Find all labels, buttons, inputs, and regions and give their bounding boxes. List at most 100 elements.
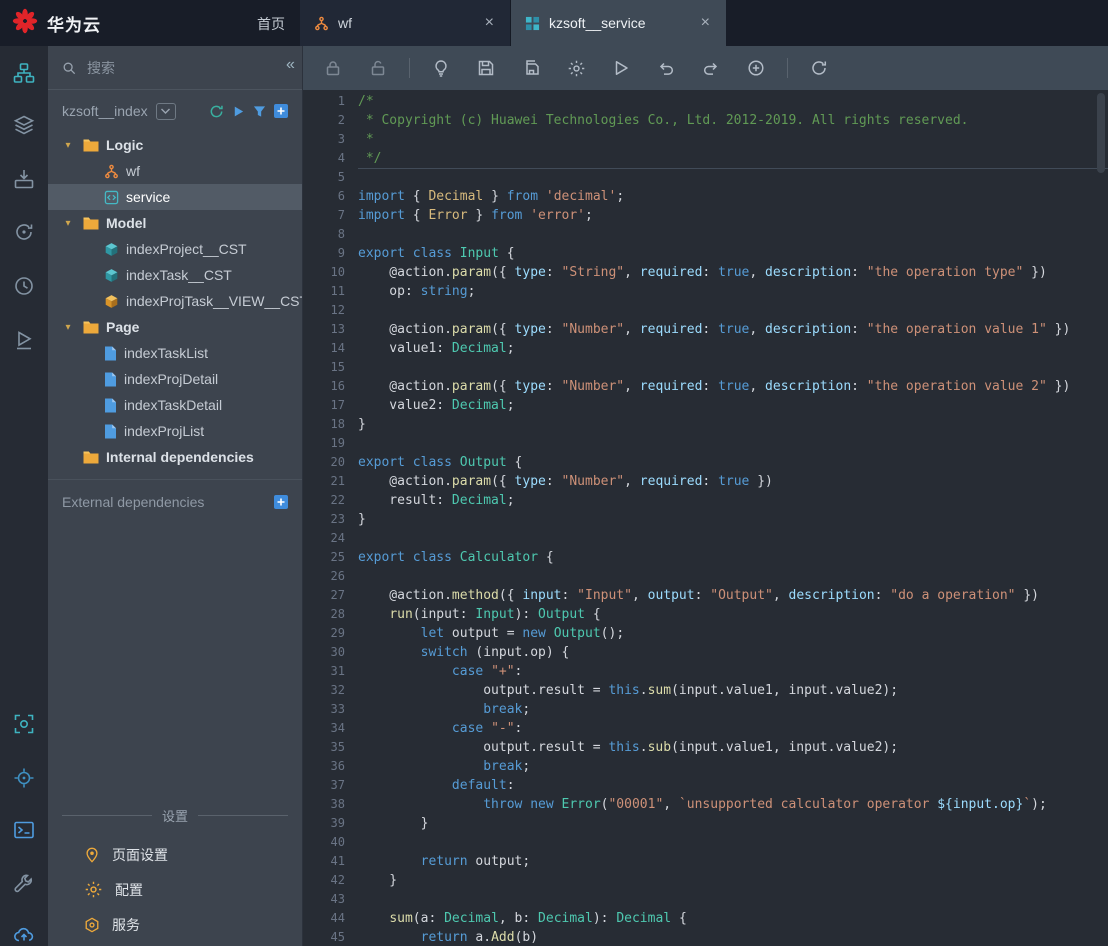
sidebar-menu-item-配置[interactable]: 配置: [48, 872, 302, 907]
undo-button[interactable]: [652, 54, 680, 82]
tree-item-indextask-cst[interactable]: indexTask__CST: [48, 262, 302, 288]
add-item-button[interactable]: [274, 104, 288, 118]
code-line[interactable]: 27 @action.method({ input: "Input", outp…: [303, 586, 1108, 605]
history-icon[interactable]: [0, 269, 48, 303]
install-icon[interactable]: [0, 162, 48, 196]
expand-caret-icon[interactable]: ▾: [60, 218, 76, 229]
code-line[interactable]: 14 value1: Decimal;: [303, 339, 1108, 358]
search-input[interactable]: [85, 59, 229, 77]
code-line[interactable]: 28 run(input: Input): Output {: [303, 605, 1108, 624]
tree-item-indexproject-cst[interactable]: indexProject__CST: [48, 236, 302, 262]
scrollbar-thumb[interactable]: [1097, 93, 1105, 173]
code-line[interactable]: 36 break;: [303, 757, 1108, 776]
code-editor[interactable]: 1/*2 * Copyright (c) Huawei Technologies…: [303, 90, 1108, 946]
code-line[interactable]: 40: [303, 833, 1108, 852]
code-line[interactable]: 31 case "+":: [303, 662, 1108, 681]
settings-button[interactable]: [562, 54, 590, 82]
redo-button[interactable]: [697, 54, 725, 82]
code-line[interactable]: 5: [303, 168, 1108, 187]
code-line[interactable]: 4 */: [303, 149, 1108, 168]
code-line[interactable]: 2 * Copyright (c) Huawei Technologies Co…: [303, 111, 1108, 130]
code-line[interactable]: 21 @action.param({ type: "Number", requi…: [303, 472, 1108, 491]
project-dropdown[interactable]: [156, 103, 176, 120]
code-line[interactable]: 9export class Input {: [303, 244, 1108, 263]
tree-item-service[interactable]: service: [48, 184, 302, 210]
close-tab-icon[interactable]: ×: [483, 14, 496, 32]
tree-item-logic[interactable]: ▾Logic: [48, 132, 302, 158]
tree-item-indexprojdetail[interactable]: indexProjDetail: [48, 366, 302, 392]
code-line[interactable]: 17 value2: Decimal;: [303, 396, 1108, 415]
cloud-icon[interactable]: [0, 918, 48, 946]
code-line[interactable]: 22 result: Decimal;: [303, 491, 1108, 510]
console-icon[interactable]: [0, 813, 48, 847]
tree-item-indextasklist[interactable]: indexTaskList: [48, 340, 302, 366]
add-circle-button[interactable]: [742, 54, 770, 82]
refresh-button[interactable]: [805, 54, 833, 82]
sitemap-icon[interactable]: [0, 56, 48, 90]
filter-button[interactable]: [253, 105, 266, 118]
code-line[interactable]: 35 output.result = this.sub(input.value1…: [303, 738, 1108, 757]
code-line[interactable]: 38 throw new Error("00001", `unsupported…: [303, 795, 1108, 814]
unlock-button[interactable]: [364, 54, 392, 82]
code-line[interactable]: 43: [303, 890, 1108, 909]
code-line[interactable]: 33 break;: [303, 700, 1108, 719]
code-line[interactable]: 41 return output;: [303, 852, 1108, 871]
expand-caret-icon[interactable]: ▾: [60, 140, 76, 151]
code-line[interactable]: 30 switch (input.op) {: [303, 643, 1108, 662]
layers-icon[interactable]: [0, 108, 48, 142]
code-line[interactable]: 23}: [303, 510, 1108, 529]
code-line[interactable]: 8: [303, 225, 1108, 244]
save-all-button[interactable]: [517, 54, 545, 82]
add-external-dependency-button[interactable]: [274, 495, 288, 509]
locate-icon[interactable]: [0, 761, 48, 795]
lock-button[interactable]: [319, 54, 347, 82]
code-line[interactable]: 39 }: [303, 814, 1108, 833]
sidebar-menu-item-页面设置[interactable]: 页面设置: [48, 837, 302, 872]
tree-item-indexprojtask-view-cst[interactable]: indexProjTask__VIEW__CST: [48, 288, 302, 314]
code-line[interactable]: 20export class Output {: [303, 453, 1108, 472]
code-line[interactable]: 26: [303, 567, 1108, 586]
tree-item-indextaskdetail[interactable]: indexTaskDetail: [48, 392, 302, 418]
code-line[interactable]: 11 op: string;: [303, 282, 1108, 301]
code-line[interactable]: 10 @action.param({ type: "String", requi…: [303, 263, 1108, 282]
code-line[interactable]: 32 output.result = this.sum(input.value1…: [303, 681, 1108, 700]
code-line[interactable]: 29 let output = new Output();: [303, 624, 1108, 643]
code-line[interactable]: 44 sum(a: Decimal, b: Decimal): Decimal …: [303, 909, 1108, 928]
code-line[interactable]: 12: [303, 301, 1108, 320]
tools-icon[interactable]: [0, 867, 48, 901]
code-line[interactable]: 42 }: [303, 871, 1108, 890]
tab-kzsoft-service[interactable]: kzsoft__service×: [511, 0, 726, 46]
tree-item-indexprojlist[interactable]: indexProjList: [48, 418, 302, 444]
code-line[interactable]: 1/*: [303, 92, 1108, 111]
home-link[interactable]: 首页: [257, 14, 285, 34]
expand-caret-icon[interactable]: ▾: [60, 322, 76, 333]
refresh-project-button[interactable]: [209, 104, 224, 119]
close-tab-icon[interactable]: ×: [699, 14, 712, 32]
preview-icon[interactable]: [0, 707, 48, 741]
bulb-button[interactable]: [427, 54, 455, 82]
tree-item-model[interactable]: ▾Model: [48, 210, 302, 236]
code-line[interactable]: 13 @action.param({ type: "Number", requi…: [303, 320, 1108, 339]
code-line[interactable]: 7import { Error } from 'error';: [303, 206, 1108, 225]
debug-icon[interactable]: [0, 323, 48, 357]
code-line[interactable]: 18}: [303, 415, 1108, 434]
code-line[interactable]: 3 *: [303, 130, 1108, 149]
code-line[interactable]: 24: [303, 529, 1108, 548]
project-name[interactable]: kzsoft__index: [62, 103, 148, 119]
save-button[interactable]: [472, 54, 500, 82]
code-line[interactable]: 25export class Calculator {: [303, 548, 1108, 567]
run-button[interactable]: [607, 54, 635, 82]
sidebar-menu-item-服务[interactable]: 服务: [48, 907, 302, 942]
code-line[interactable]: 16 @action.param({ type: "Number", requi…: [303, 377, 1108, 396]
sync-icon[interactable]: [0, 215, 48, 249]
code-line[interactable]: 37 default:: [303, 776, 1108, 795]
code-line[interactable]: 6import { Decimal } from 'decimal';: [303, 187, 1108, 206]
tree-item-wf[interactable]: wf: [48, 158, 302, 184]
run-project-button[interactable]: [232, 105, 245, 118]
collapse-sidebar-icon[interactable]: «: [286, 56, 295, 74]
code-line[interactable]: 15: [303, 358, 1108, 377]
tree-item-internal-dependencies[interactable]: Internal dependencies: [48, 444, 302, 470]
code-line[interactable]: 19: [303, 434, 1108, 453]
code-line[interactable]: 34 case "-":: [303, 719, 1108, 738]
tree-item-page[interactable]: ▾Page: [48, 314, 302, 340]
